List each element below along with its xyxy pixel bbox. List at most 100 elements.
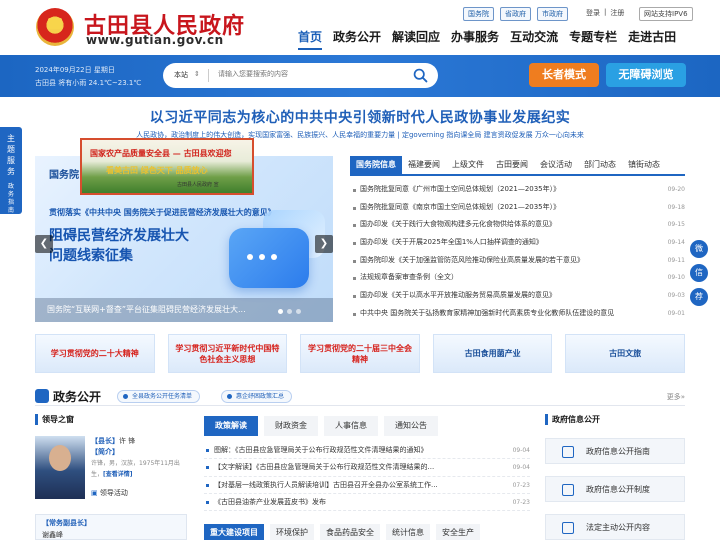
task-list-pill[interactable]: 全县政务公开任务清单 xyxy=(117,390,201,403)
indicator-dot[interactable] xyxy=(296,309,301,314)
wechat-icon[interactable]: 微 xyxy=(690,240,708,258)
nav-interaction[interactable]: 互动交流 xyxy=(510,28,558,50)
tab-fujian-news[interactable]: 福建要闻 xyxy=(402,156,446,174)
recommend-icon[interactable]: 荐 xyxy=(690,288,708,306)
weibo-icon[interactable]: 信 xyxy=(690,264,708,282)
tab-environment[interactable]: 环境保护 xyxy=(270,524,314,540)
list-item[interactable]: 国务院印发《关于加强监管防范风险推动保险业高质量发展的若干意见》 09-11 xyxy=(352,251,685,270)
list-item[interactable]: 国务院批复同意《广州市国土空间总体规划（2021—2035年）》 09-20 xyxy=(352,181,685,199)
tab-statistics[interactable]: 统计信息 xyxy=(386,524,430,540)
news-date: 09-01 xyxy=(663,304,685,323)
accessibility-button[interactable]: 无障碍浏览 xyxy=(606,63,686,87)
list-item[interactable]: 国务院批复同意《南京市国土空间总体规划（2021—2035年）》 09-18 xyxy=(352,198,685,217)
search-scope[interactable]: 本站 xyxy=(174,70,188,80)
leader-name[interactable]: 许 锋 xyxy=(119,437,135,445)
banner-20th-congress[interactable]: 学习贯彻党的二十大精神 xyxy=(35,334,155,373)
policy-date: 07-23 xyxy=(508,493,530,511)
slogan-title[interactable]: 以习近平同志为核心的中共中央引领新时代人民政协事业发展纪实 xyxy=(0,107,720,127)
nav-services[interactable]: 办事服务 xyxy=(451,28,499,50)
register-link[interactable]: 注册 xyxy=(610,8,624,18)
leader-heading: 领导之窗 xyxy=(35,414,187,425)
chevron-down-icon[interactable]: ⇕ xyxy=(194,70,200,78)
tab-safety[interactable]: 安全生产 xyxy=(436,524,480,540)
search-icon[interactable] xyxy=(412,67,429,84)
more-link[interactable]: 更多» xyxy=(667,392,685,402)
tab-gutian-news[interactable]: 古田要闻 xyxy=(490,156,534,174)
nav-interpretation[interactable]: 解读回应 xyxy=(392,28,440,50)
indicator-dot[interactable] xyxy=(278,309,283,314)
section-title[interactable]: 政务公开 xyxy=(53,388,101,405)
news-date: 09-11 xyxy=(663,251,685,270)
list-item[interactable]: 【文字解读】《古田县应急管理局关于公布行政规范性文件清理结果的... 09-04 xyxy=(204,459,530,477)
banner-culture-tourism[interactable]: 古田文旅 xyxy=(565,334,685,373)
elder-mode-button[interactable]: 长者模式 xyxy=(529,63,599,87)
promo-popup[interactable]: 国家农产品质量安全县 — 古田县欢迎您 看美古田 绿色天下 品质放心 古田县人民… xyxy=(80,138,254,195)
list-item[interactable]: 国办印发《关于以高水平开放推动服务贸易高质量发展的意见》 09-03 xyxy=(352,287,685,305)
tab-meetings[interactable]: 会议活动 xyxy=(534,156,578,174)
policy-list: 图解：《古田县应急管理局关于公布行政规范性文件清理结果的通知》 09-04 【文字… xyxy=(204,442,530,512)
leader-activity-label: 领导活动 xyxy=(99,489,128,497)
leader-intro: 许锋，男，汉族，1975年11月出生，[查看详情] xyxy=(91,458,187,480)
leader-detail-link[interactable]: [查看详情] xyxy=(103,471,133,478)
info-system-button[interactable]: 政府信息公开制度 xyxy=(545,476,685,502)
tab-state-council-info[interactable]: 国务院信息 xyxy=(350,156,402,174)
tab-major-projects[interactable]: 重大建设项目 xyxy=(204,524,264,540)
tab-dept-news[interactable]: 部门动态 xyxy=(578,156,622,174)
tab-food-drug[interactable]: 食品药品安全 xyxy=(320,524,380,540)
banner-fungus-industry[interactable]: 古田食用菌产业 xyxy=(432,334,553,373)
list-item[interactable]: 【对基层一线政策执行人员解读培训】古田县召开全县办公室系统工作... 07-23 xyxy=(204,476,530,494)
leader-activity-link[interactable]: ▣ 领导活动 xyxy=(91,488,128,498)
top-link-state-council[interactable]: 国务院 xyxy=(463,7,494,21)
carousel-title-line2: 问题线索征集 xyxy=(49,248,133,264)
info-guide-label: 政府信息公开指南 xyxy=(586,447,650,456)
list-item[interactable]: 图解：《古田县应急管理局关于公布行政规范性文件清理结果的通知》 09-04 xyxy=(204,442,530,460)
nav-topics[interactable]: 专题专栏 xyxy=(569,28,617,50)
banner-third-plenum[interactable]: 学习贯彻党的二十届三中全会精神 xyxy=(300,334,420,373)
news-title: 国办印发《关于以高水平开放推动服务贸易高质量发展的意见》 xyxy=(360,291,556,300)
tab-personnel[interactable]: 人事信息 xyxy=(324,416,378,436)
banner-xi-thought[interactable]: 学习贯彻习近平新时代中国特色社会主义思想 xyxy=(167,334,288,373)
search-input[interactable] xyxy=(218,70,408,78)
policy-summary-pill[interactable]: 惠企纾困政策汇总 xyxy=(221,390,293,403)
nav-home[interactable]: 首页 xyxy=(298,28,323,50)
promo-title: 国家农产品质量安全县 — 古田县欢迎您 xyxy=(90,149,232,158)
indicator-dot[interactable] xyxy=(287,309,292,314)
carousel-prev-button[interactable]: ❮ xyxy=(35,235,53,253)
info-content-button[interactable]: 法定主动公开内容 xyxy=(545,514,685,540)
national-emblem-icon xyxy=(36,8,74,46)
tab-superior-docs[interactable]: 上级文件 xyxy=(446,156,490,174)
tab-notices[interactable]: 通知公告 xyxy=(384,416,438,436)
theme-service-float[interactable]: 主题服务 政务指南 xyxy=(0,127,22,214)
tab-policy-interpretation[interactable]: 政策解读 xyxy=(204,416,258,436)
tab-finance[interactable]: 财政资金 xyxy=(264,416,318,436)
top-link-province[interactable]: 省政府 xyxy=(500,7,531,21)
news-title: 国办印发《关于开展2025年全国1%人口抽样调查的通知》 xyxy=(360,238,543,247)
dot xyxy=(259,254,265,260)
info-guide-button[interactable]: 政府信息公开指南 xyxy=(545,438,685,464)
info-content-label: 法定主动公开内容 xyxy=(586,523,650,532)
nav-about[interactable]: 走进古田 xyxy=(628,28,676,50)
leader-window: 领导之窗 【县长】许 锋 【简介】 许锋，男，汉族，1975年11月出生，[查看… xyxy=(35,414,187,540)
list-item[interactable]: 国办印发《关于开展2025年全国1%人口抽样调查的通知》 09-14 xyxy=(352,234,685,252)
tab-town-news[interactable]: 镇街动态 xyxy=(622,156,666,174)
weather-text: 古田县 将有小雨 24.1℃~23.1℃ xyxy=(35,79,142,87)
deputy-label: 【常务副县长】 xyxy=(42,519,91,527)
news-title: 国务院批复同意《南京市国土空间总体规划（2021—2035年）》 xyxy=(360,202,561,211)
carousel-next-button[interactable]: ❯ xyxy=(315,235,333,253)
policy-title: 图解：《古田县应急管理局关于公布行政规范性文件清理结果的通知》 xyxy=(214,446,428,454)
news-title: 中共中央 国务院关于弘扬教育家精神加强新时代高素质专业化教师队伍建设的意见 xyxy=(360,308,615,317)
gov-guide-label[interactable]: 政务指南 xyxy=(6,183,16,215)
login-link[interactable]: 登录 xyxy=(586,8,600,18)
nav-gov-affairs[interactable]: 政务公开 xyxy=(333,28,381,50)
list-item[interactable]: 法规规章备案审查条例（全文） 09-10 xyxy=(352,269,685,288)
top-link-city[interactable]: 市政府 xyxy=(537,7,568,21)
leader-photo[interactable] xyxy=(35,436,85,499)
news-date: 09-10 xyxy=(663,269,685,288)
deputy-card[interactable]: 【常务副县长】 谢鑫峰 xyxy=(35,514,187,540)
leader-info: 【县长】许 锋 【简介】 许锋，男，汉族，1975年11月出生，[查看详情] xyxy=(91,436,187,480)
list-item[interactable]: 国办印发《关于践行大食物观构建多元化食物供给体系的意见》 09-15 xyxy=(352,216,685,235)
list-item[interactable]: 中共中央 国务院关于弘扬教育家精神加强新时代高素质专业化教师队伍建设的意见 09-… xyxy=(352,304,685,323)
list-item[interactable]: 《古田县油茶产业发展蓝皮书》发布 07-23 xyxy=(204,493,530,512)
site-url: www.gutian.gov.cn xyxy=(86,33,224,47)
news-date: 09-03 xyxy=(663,287,685,305)
